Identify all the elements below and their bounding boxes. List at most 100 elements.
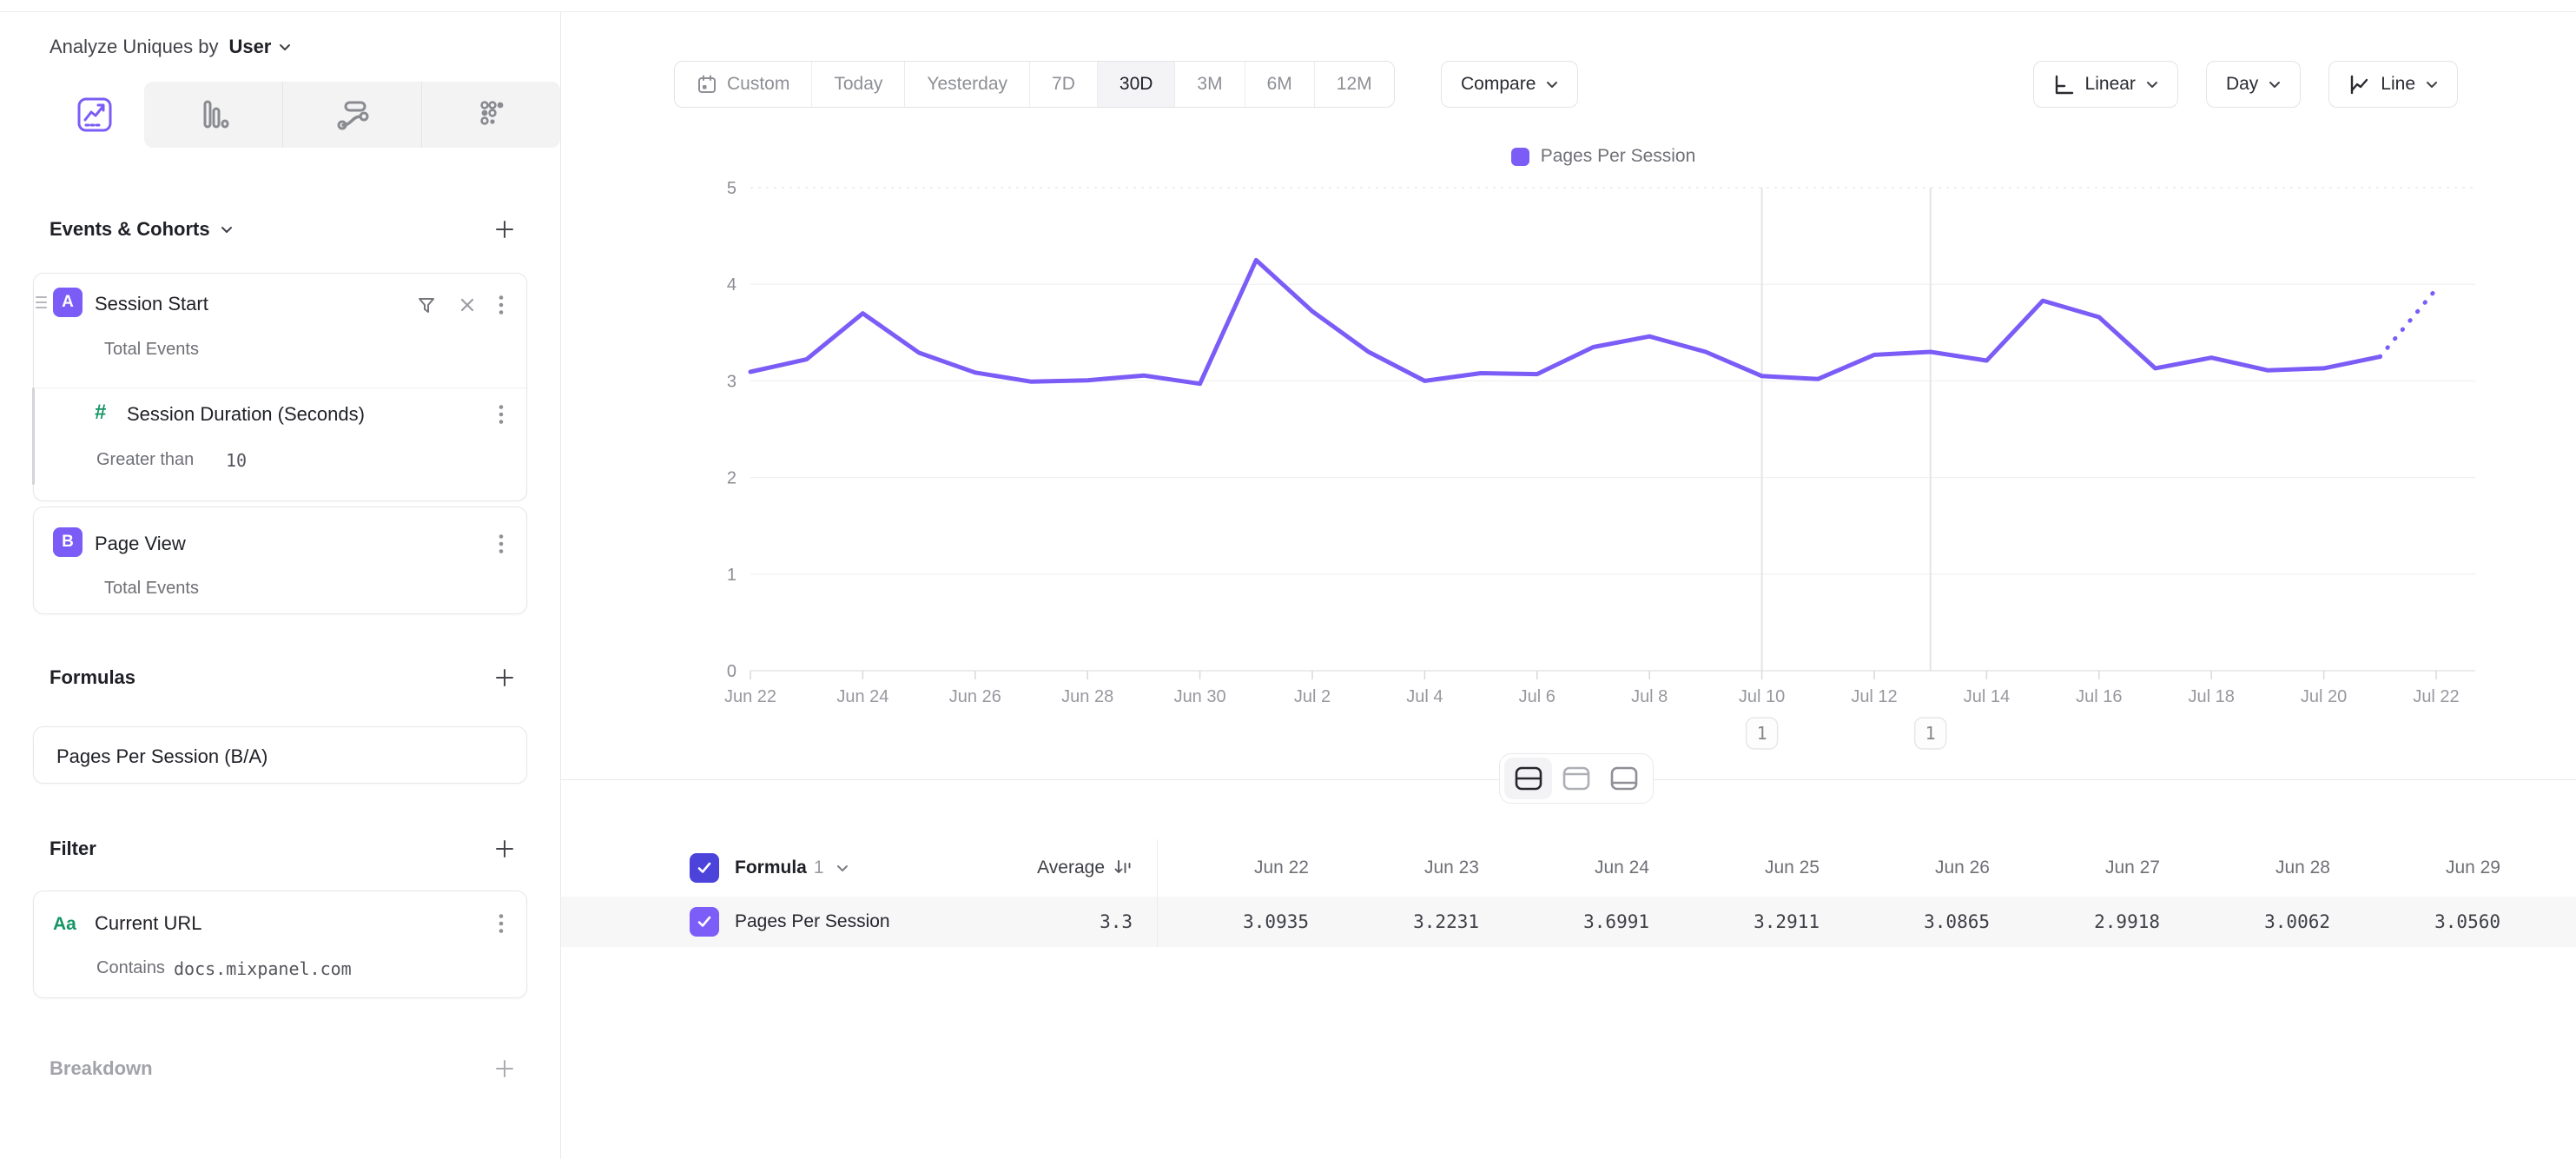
date-column-header[interactable]: Jun 23 — [1328, 839, 1498, 897]
line-type-icon — [2348, 74, 2370, 96]
calendar-icon — [697, 74, 717, 95]
y-axis-tick-label: 0 — [727, 662, 736, 681]
kebab-menu-icon[interactable] — [499, 533, 504, 554]
series-line[interactable] — [750, 260, 2380, 383]
date-column-header[interactable]: Jun 24 — [1498, 839, 1668, 897]
y-axis-tick-label: 2 — [727, 469, 736, 488]
x-axis-tick-label: Jul 20 — [2301, 687, 2347, 706]
scale-label: Linear — [2085, 74, 2136, 95]
table-row-left: Pages Per Session 3.3 — [561, 897, 1158, 947]
series-checkbox[interactable] — [690, 907, 719, 937]
tab-retention-report[interactable] — [421, 82, 560, 148]
analyze-uniques-value: User — [228, 36, 271, 58]
query-builder-sidebar: Analyze Uniques by User — [0, 12, 561, 1159]
annotation-badge-label: 1 — [1757, 723, 1767, 744]
event-name[interactable]: Session Start — [95, 293, 208, 315]
series-group-number: 1 — [814, 858, 824, 878]
drag-handle-icon[interactable] — [36, 296, 47, 308]
close-icon[interactable] — [459, 296, 476, 314]
chart-controls: Linear Day Line — [2033, 61, 2458, 108]
formulas-section-title: Formulas — [50, 666, 135, 689]
property-value[interactable]: 10 — [226, 450, 247, 471]
range-today[interactable]: Today — [811, 62, 904, 107]
insights-report-page: Analyze Uniques by User — [0, 0, 2576, 1159]
range-custom[interactable]: Custom — [675, 62, 811, 107]
formula-card[interactable]: Pages Per Session (B/A) — [33, 726, 527, 784]
y-axis-tick-label: 5 — [727, 179, 736, 198]
kebab-menu-icon[interactable] — [499, 913, 504, 934]
property-operator[interactable]: Greater than — [96, 450, 194, 470]
filter-card[interactable]: Aa Current URL Contains docs.mixpanel.co… — [33, 891, 527, 998]
analyze-uniques-header: Analyze Uniques by User — [50, 28, 291, 66]
average-column-header[interactable]: Average — [1037, 858, 1157, 878]
chart-type-button[interactable]: Line — [2328, 61, 2458, 108]
cell-value: 3.0935 — [1158, 897, 1328, 947]
interval-button[interactable]: Day — [2206, 61, 2301, 108]
events-section-title[interactable]: Events & Cohorts — [50, 218, 233, 241]
layout-split-view-button[interactable] — [1504, 758, 1552, 799]
add-formula-button[interactable] — [494, 667, 515, 688]
event-metric[interactable]: Total Events — [104, 340, 199, 360]
kebab-menu-icon[interactable] — [499, 295, 504, 315]
scale-button[interactable]: Linear — [2033, 61, 2178, 108]
property-name[interactable]: Session Duration (Seconds) — [127, 403, 365, 426]
filter-section-header: Filter — [50, 830, 515, 868]
line-chart-icon — [75, 95, 115, 135]
x-axis-tick-label: Jun 22 — [724, 687, 776, 706]
event-badge-a: A — [53, 288, 83, 317]
range-30d[interactable]: 30D — [1097, 62, 1175, 107]
flow-icon — [333, 95, 373, 135]
average-label: Average — [1037, 858, 1105, 878]
kebab-menu-icon[interactable] — [499, 404, 504, 425]
add-breakdown-button[interactable] — [494, 1058, 515, 1079]
filter-property-name[interactable]: Current URL — [95, 912, 201, 935]
filter-value[interactable]: docs.mixpanel.com — [174, 958, 352, 979]
filter-operator[interactable]: Contains — [96, 958, 165, 978]
tab-bars-report[interactable] — [144, 82, 282, 148]
event-badge-b: B — [53, 527, 83, 557]
range-12m[interactable]: 12M — [1314, 62, 1394, 107]
range-3m[interactable]: 3M — [1174, 62, 1244, 107]
date-column-header[interactable]: Jun 22 — [1158, 839, 1328, 897]
event-metric[interactable]: Total Events — [104, 579, 199, 599]
analyze-uniques-selector[interactable]: User — [228, 36, 291, 58]
property-row-actions — [499, 404, 504, 425]
chart-type-label: Line — [2381, 74, 2415, 95]
x-axis-tick-label: Jul 6 — [1519, 687, 1556, 706]
x-axis-tick-label: Jul 12 — [1851, 687, 1897, 706]
chevron-down-icon — [1546, 81, 1558, 89]
date-column-header[interactable]: Jun 29 — [2349, 839, 2520, 897]
add-event-button[interactable] — [494, 219, 515, 240]
formula-expression[interactable]: Pages Per Session (B/A) — [56, 745, 268, 768]
series-group-selector[interactable]: Formula 1 — [735, 858, 849, 878]
date-column-header[interactable]: Jun 25 — [1668, 839, 1839, 897]
date-column-header[interactable]: Jun 28 — [2179, 839, 2349, 897]
add-filter-button[interactable] — [494, 838, 515, 859]
date-column-header[interactable]: Jun 27 — [2009, 839, 2179, 897]
x-axis-tick-label: Jul 14 — [1964, 687, 2010, 706]
range-6m[interactable]: 6M — [1245, 62, 1314, 107]
range-7d[interactable]: 7D — [1029, 62, 1097, 107]
compare-button[interactable]: Compare — [1441, 61, 1578, 108]
event-card-page-view[interactable]: B Page View Total Events — [33, 507, 527, 614]
event-name[interactable]: Page View — [95, 533, 186, 555]
y-axis-tick-label: 4 — [727, 275, 736, 295]
cell-value: 3.2911 — [1668, 897, 1839, 947]
line-chart[interactable]: 01234511Jun 22Jun 24Jun 26Jun 28Jun 30Ju… — [561, 122, 2576, 765]
date-column-header[interactable]: Jun 26 — [1839, 839, 2009, 897]
tab-insights[interactable] — [44, 82, 144, 148]
layout-chart-only-button[interactable] — [1552, 758, 1600, 799]
tab-flows-report[interactable] — [282, 82, 421, 148]
filter-section-title: Filter — [50, 838, 96, 860]
layout-table-only-button[interactable] — [1601, 758, 1648, 799]
event-card-session-start[interactable]: A Session Start Total Events # Session D… — [33, 273, 527, 501]
table-row[interactable]: Pages Per Session 3.3 3.09353.22313.6991… — [561, 897, 2576, 947]
x-axis-tick-label: Jul 22 — [2413, 687, 2459, 706]
nested-property-indicator — [32, 387, 35, 485]
cell-value: 3.0062 — [2179, 897, 2349, 947]
split-view-icon — [1515, 766, 1542, 791]
range-yesterday[interactable]: Yesterday — [904, 62, 1029, 107]
filter-icon[interactable] — [417, 296, 436, 315]
select-all-checkbox[interactable] — [690, 853, 719, 883]
chevron-down-icon — [221, 226, 233, 234]
